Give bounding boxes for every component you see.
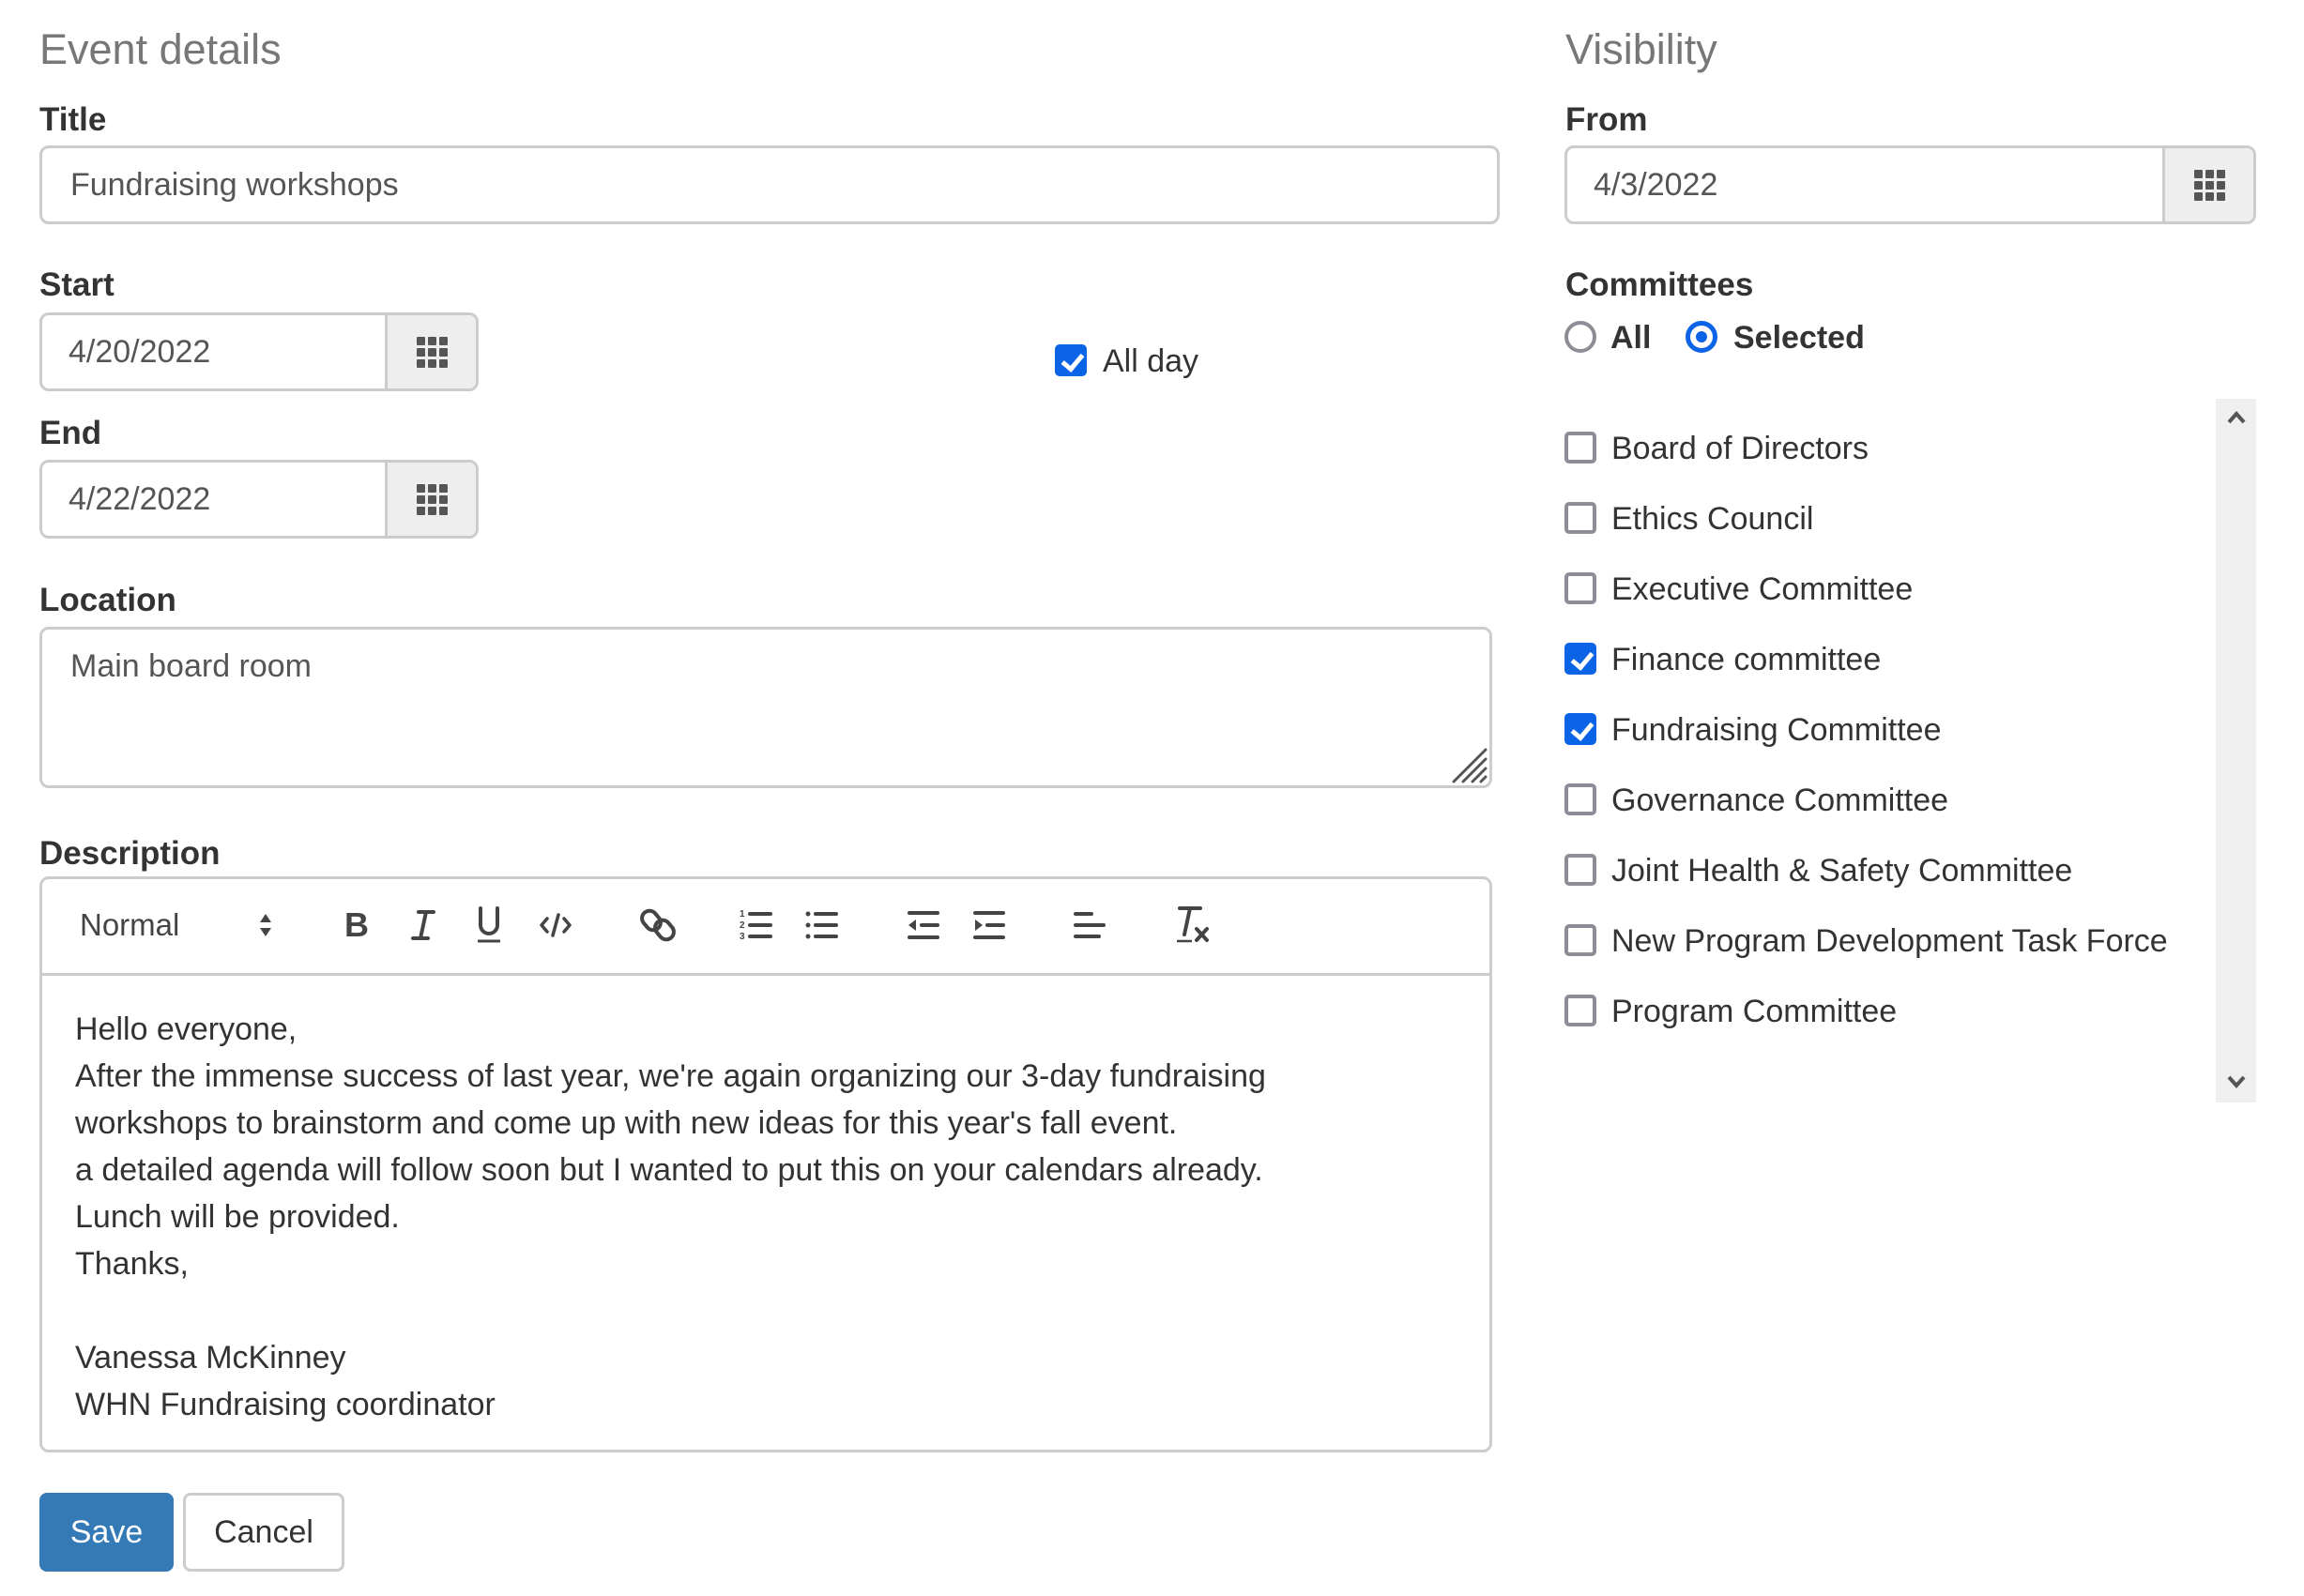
toolbar-divider: [42, 973, 1489, 976]
save-button[interactable]: Save: [39, 1493, 174, 1572]
italic-icon[interactable]: [409, 908, 437, 942]
bullet-list-icon[interactable]: [805, 908, 839, 942]
description-line: workshops to brainstorm and come up with…: [75, 1105, 1178, 1141]
event-details-heading: Event details: [39, 25, 282, 73]
bold-icon[interactable]: B: [342, 905, 372, 944]
committee-label[interactable]: Joint Health & Safety Committee: [1611, 855, 2072, 887]
committee-label[interactable]: Program Committee: [1611, 996, 1897, 1027]
committee-checkbox[interactable]: [1564, 432, 1596, 464]
start-date-value: 4/20/2022: [69, 333, 211, 370]
committee-checkbox[interactable]: [1564, 572, 1596, 604]
start-calendar-button[interactable]: [385, 315, 476, 388]
committee-checkbox[interactable]: [1564, 713, 1596, 745]
visibility-heading: Visibility: [1565, 25, 1717, 73]
from-date-value: 4/3/2022: [1594, 166, 1718, 203]
resize-handle-icon[interactable]: [1452, 748, 1488, 783]
committee-checkbox[interactable]: [1564, 924, 1596, 956]
start-label: Start: [39, 266, 114, 303]
start-date-input[interactable]: 4/20/2022: [42, 315, 385, 388]
title-value: Fundraising workshops: [70, 166, 399, 203]
end-date-picker: 4/22/2022: [39, 460, 479, 539]
calendar-grid-icon: [416, 336, 448, 368]
committee-list-scrollbar[interactable]: [2216, 399, 2256, 1102]
svg-text:3: 3: [740, 932, 745, 942]
link-icon[interactable]: [640, 906, 676, 944]
description-line: Lunch will be provided.: [75, 1199, 400, 1235]
scroll-down-icon[interactable]: [2227, 1074, 2246, 1089]
align-icon[interactable]: [1073, 908, 1106, 942]
description-line: WHN Fundraising coordinator: [75, 1387, 496, 1422]
title-input[interactable]: Fundraising workshops: [39, 145, 1500, 224]
committee-checkbox[interactable]: [1564, 502, 1596, 534]
outdent-icon[interactable]: [907, 908, 940, 942]
from-label: From: [1565, 101, 1648, 138]
end-date-value: 4/22/2022: [69, 480, 211, 517]
ordered-list-icon[interactable]: 123: [740, 908, 773, 942]
end-calendar-button[interactable]: [385, 463, 476, 536]
committee-label[interactable]: New Program Development Task Force: [1611, 925, 2168, 957]
committee-checkbox[interactable]: [1564, 854, 1596, 886]
from-date-picker: 4/3/2022: [1564, 145, 2256, 224]
committee-label[interactable]: Fundraising Committee: [1611, 714, 1941, 746]
from-date-input[interactable]: 4/3/2022: [1567, 148, 2162, 221]
code-icon[interactable]: [539, 912, 572, 938]
calendar-grid-icon: [2193, 169, 2225, 201]
description-line: Vanessa McKinney: [75, 1340, 346, 1376]
scroll-up-icon[interactable]: [2227, 410, 2246, 425]
end-label: End: [39, 415, 102, 451]
radio-all[interactable]: [1564, 321, 1596, 353]
committee-checkbox[interactable]: [1564, 643, 1596, 675]
committee-label[interactable]: Board of Directors: [1611, 433, 1869, 464]
svg-text:2: 2: [740, 920, 745, 931]
format-select[interactable]: Normal: [80, 908, 179, 942]
radio-selected-label: Selected: [1733, 320, 1865, 356]
description-content[interactable]: Hello everyone, After the immense success…: [75, 1006, 1266, 1428]
description-line: [75, 1287, 1266, 1334]
end-date-input[interactable]: 4/22/2022: [42, 463, 385, 536]
committee-label[interactable]: Executive Committee: [1611, 573, 1913, 605]
underline-icon[interactable]: [475, 904, 503, 944]
description-line: Thanks,: [75, 1246, 189, 1282]
svg-text:1: 1: [740, 909, 745, 920]
description-line: After the immense success of last year, …: [75, 1058, 1266, 1094]
all-day-label: All day: [1103, 343, 1199, 379]
indent-icon[interactable]: [972, 908, 1006, 942]
cancel-button[interactable]: Cancel: [183, 1493, 344, 1572]
committee-label[interactable]: Finance committee: [1611, 644, 1881, 676]
all-day-checkbox[interactable]: [1055, 344, 1087, 376]
committee-checkbox[interactable]: [1564, 995, 1596, 1026]
radio-selected[interactable]: [1686, 321, 1717, 353]
description-line: Hello everyone,: [75, 1011, 298, 1047]
committee-label[interactable]: Ethics Council: [1611, 503, 1813, 535]
committee-label[interactable]: Governance Committee: [1611, 784, 1948, 816]
description-line: a detailed agenda will follow soon but I…: [75, 1152, 1263, 1188]
radio-all-label: All: [1610, 320, 1652, 356]
location-value: Main board room: [70, 648, 313, 684]
location-label: Location: [39, 582, 176, 618]
from-calendar-button[interactable]: [2162, 148, 2253, 221]
title-label: Title: [39, 101, 107, 138]
start-date-picker: 4/20/2022: [39, 312, 479, 391]
committees-label: Committees: [1565, 266, 1754, 303]
committee-checkbox[interactable]: [1564, 783, 1596, 815]
clear-formatting-icon[interactable]: [1174, 904, 1210, 944]
select-arrows-icon[interactable]: [256, 908, 275, 942]
location-textarea[interactable]: Main board room: [39, 627, 1492, 788]
calendar-grid-icon: [416, 483, 448, 515]
description-label: Description: [39, 835, 221, 872]
